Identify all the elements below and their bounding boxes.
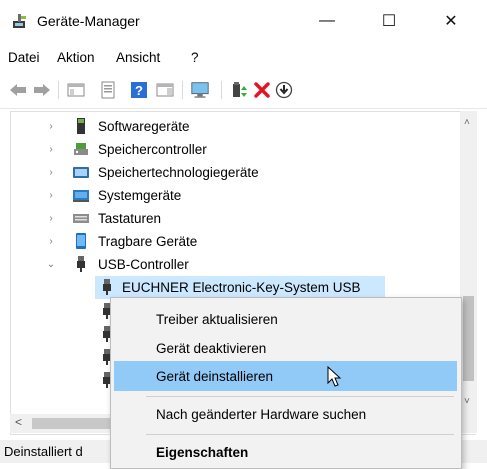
menu-aktion[interactable]: Aktion (57, 50, 95, 65)
tree-item-label: Tastaturen (98, 211, 162, 226)
menu-item-label: Gerät deaktivieren (156, 340, 267, 356)
back-arrow-icon[interactable] (8, 80, 28, 100)
menu-item-geraet-deaktivieren[interactable]: Gerät deaktivieren (114, 333, 457, 363)
menu-bar: Datei Aktion Ansicht ? (0, 46, 487, 68)
device-manager-icon (13, 14, 26, 28)
status-text: Deinstalliert d (4, 444, 83, 459)
tree-item-speichercontroller[interactable]: › Speichercontroller (11, 138, 451, 161)
menu-item-label: Gerät deinstallieren (156, 368, 274, 384)
expand-chevron-icon[interactable]: › (46, 190, 56, 201)
portable-device-icon (76, 233, 86, 249)
menu-item-geraet-deinstallieren[interactable]: Gerät deinstallieren (114, 361, 457, 391)
tree-item-usb-controller[interactable]: ⌄ USB-Controller (11, 253, 451, 276)
tree-item-tragbare-geraete[interactable]: › Tragbare Geräte (11, 230, 451, 253)
software-device-icon (77, 118, 85, 134)
expand-chevron-icon[interactable]: › (46, 167, 56, 178)
scan-hardware-icon[interactable] (190, 80, 210, 100)
help-icon[interactable]: ? (129, 80, 149, 100)
storage-controller-icon (74, 143, 88, 155)
svg-text:?: ? (135, 83, 143, 98)
scroll-down-icon[interactable]: ˅ (464, 396, 470, 407)
toolbar-separator (182, 81, 183, 99)
menu-separator (146, 396, 454, 397)
mouse-cursor-icon (327, 366, 342, 387)
expand-chevron-icon[interactable]: › (46, 121, 56, 132)
minimize-button[interactable]: — (304, 0, 350, 42)
tree-item-softwaregeraete[interactable]: › Softwaregeräte (11, 115, 451, 138)
menu-item-label: Nach geänderter Hardware suchen (156, 406, 367, 422)
vertical-scroll-thumb[interactable] (463, 296, 474, 381)
title-bar: Geräte-Manager — ☐ ✕ (0, 0, 487, 42)
menu-datei[interactable]: Datei (8, 50, 40, 65)
menu-help[interactable]: ? (191, 50, 199, 65)
show-hide-console-tree-icon[interactable] (66, 80, 86, 100)
tree-item-label: Speichertechnologiegeräte (98, 165, 259, 180)
window-title: Geräte-Manager (37, 13, 140, 29)
menu-item-label: Eigenschaften (156, 444, 249, 460)
properties-icon[interactable] (98, 80, 118, 100)
tree-item-label: Systemgeräte (98, 188, 182, 203)
collapse-chevron-icon[interactable]: ⌄ (46, 259, 56, 270)
memory-technology-icon (73, 167, 89, 178)
context-menu: Treiber aktualisieren Gerät deaktivieren… (110, 297, 462, 469)
tree-item-speichertechnologiegeraete[interactable]: › Speichertechnologiegeräte (11, 161, 451, 184)
tree-item-label: USB-Controller (98, 257, 189, 272)
tree-item-label: Speichercontroller (98, 142, 207, 157)
menu-item-hardware-suchen[interactable]: Nach geänderter Hardware suchen (114, 399, 457, 429)
expand-chevron-icon[interactable]: › (46, 213, 56, 224)
menu-ansicht[interactable]: Ansicht (116, 50, 160, 65)
disable-device-icon[interactable] (274, 80, 294, 100)
scroll-left-icon[interactable]: < (15, 415, 22, 429)
forward-arrow-icon[interactable] (32, 80, 52, 100)
uninstall-device-icon[interactable] (252, 80, 272, 100)
tree-item-systemgeraete[interactable]: › Systemgeräte (11, 184, 451, 207)
expand-chevron-icon[interactable]: › (46, 144, 56, 155)
update-driver-icon[interactable] (229, 80, 249, 100)
close-button[interactable]: ✕ (428, 0, 474, 42)
tree-item-label: Softwaregeräte (98, 119, 190, 134)
vertical-scrollbar[interactable]: ˄ ˅ (460, 111, 477, 433)
tree-item-tastaturen[interactable]: › Tastaturen (11, 207, 451, 230)
tree-item-label: Tragbare Geräte (98, 234, 198, 249)
system-device-icon (73, 190, 89, 202)
toolbar: ? (0, 72, 487, 109)
tree-item-label: EUCHNER Electronic-Key-System USB (122, 280, 361, 295)
expand-chevron-icon[interactable]: › (46, 236, 56, 247)
toolbar-separator (58, 81, 59, 99)
keyboard-icon (73, 214, 89, 223)
usb-plug-icon (77, 256, 85, 272)
maximize-button[interactable]: ☐ (366, 0, 412, 42)
menu-separator (146, 434, 454, 435)
scroll-up-icon[interactable]: ˄ (464, 117, 470, 128)
menu-item-treiber-aktualisieren[interactable]: Treiber aktualisieren (114, 304, 457, 334)
action-pane-icon[interactable] (155, 80, 175, 100)
tree-item-euchner-selected[interactable]: EUCHNER Electronic-Key-System USB (95, 276, 385, 299)
menu-item-label: Treiber aktualisieren (156, 311, 278, 327)
usb-plug-icon (103, 279, 111, 295)
toolbar-separator (221, 81, 222, 99)
